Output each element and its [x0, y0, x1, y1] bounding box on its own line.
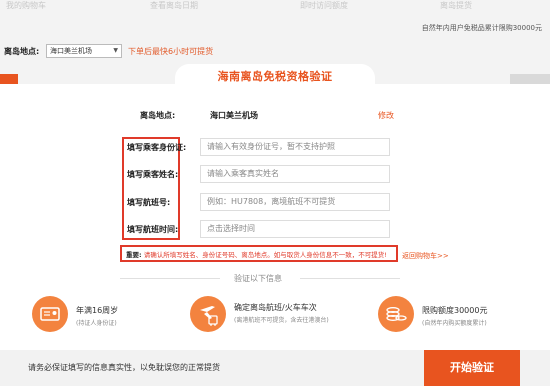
modal-location-value: 海口美兰机场 [210, 111, 258, 120]
start-verification-button[interactable]: 开始验证 [424, 350, 520, 386]
location-select[interactable]: 海口美兰机场 ▼ [46, 44, 122, 58]
location-label: 离岛地点: [4, 47, 40, 56]
verify-info-heading: 验证以下信息 [228, 273, 288, 284]
flight-number-input[interactable]: 例如：HU7808，离境航班不可提货 [200, 193, 390, 211]
purchase-limit-note: 自然年内用户免税品累计限购30000元 [421, 24, 542, 32]
name-label: 填写乘客姓名: [127, 170, 179, 179]
background-banner-strip [0, 74, 18, 84]
location-select-value: 海口美兰机场 [50, 47, 92, 55]
modal-title: 海南离岛免税资格验证 [217, 70, 333, 83]
bg-nav-item[interactable]: 查看离岛日期 [150, 0, 198, 11]
id-card-icon [32, 296, 68, 332]
plane-train-icon [190, 296, 226, 332]
chevron-down-icon: ▼ [113, 47, 118, 54]
flight-number-label: 填写航班号: [127, 198, 171, 207]
flight-requirement-sub: (离港航班不可提货，含去往港澳台) [234, 317, 329, 324]
limit-sub: (自然年内购买额度累计) [422, 320, 487, 327]
flight-requirement-title: 确定离岛航班/火车车次 [234, 303, 317, 312]
age-requirement-title: 年满16周岁 [76, 306, 119, 315]
location-tip: 下单后最快6小时可提货 [128, 47, 214, 56]
divider-line [300, 278, 400, 279]
limit-title: 限购额度30000元 [422, 306, 488, 315]
back-to-cart-link[interactable]: 返回购物车>> [402, 251, 449, 261]
bg-nav-item[interactable]: 离岛提货 [440, 0, 472, 11]
modal-location-label: 离岛地点: [140, 111, 176, 120]
footer-notice: 请务必保证填写的信息真实性，以免耽误您的正常提货 [28, 363, 220, 372]
divider-line [120, 278, 220, 279]
modal-title-bar: 海南离岛免税资格验证 [175, 64, 375, 92]
important-notice: 重要: 请确认所填写姓名、身份证号码、离岛地点。如与取货人身份信息不一致，不可提… [126, 249, 387, 259]
bg-nav-item[interactable]: 即时访问额度 [300, 0, 348, 11]
flight-time-input[interactable]: 点击选择时间 [200, 220, 390, 238]
background-nav: 我的购物车 查看离岛日期 即时访问额度 离岛提货 [0, 0, 550, 14]
id-card-label: 填写乘客身份证: [127, 143, 187, 152]
location-row: 离岛地点: 海口美兰机场 ▼ 下单后最快6小时可提货 [0, 42, 550, 62]
id-card-input[interactable]: 请输入有效身份证号，暂不支持护照 [200, 138, 390, 156]
edit-location-link[interactable]: 修改 [378, 110, 394, 121]
notice-prefix: 重要: [126, 251, 142, 259]
age-requirement-sub: (持证人身份证) [76, 320, 117, 327]
coins-icon [378, 296, 414, 332]
notice-text: 请确认所填写姓名、身份证号码、离岛地点。如与取货人身份信息不一致，不可提货! [143, 251, 387, 259]
name-input[interactable]: 请输入乘客真实姓名 [200, 165, 390, 183]
bg-nav-item[interactable]: 我的购物车 [6, 0, 46, 11]
flight-time-label: 填写航班时间: [127, 225, 179, 234]
background-banner-strip [510, 74, 550, 84]
